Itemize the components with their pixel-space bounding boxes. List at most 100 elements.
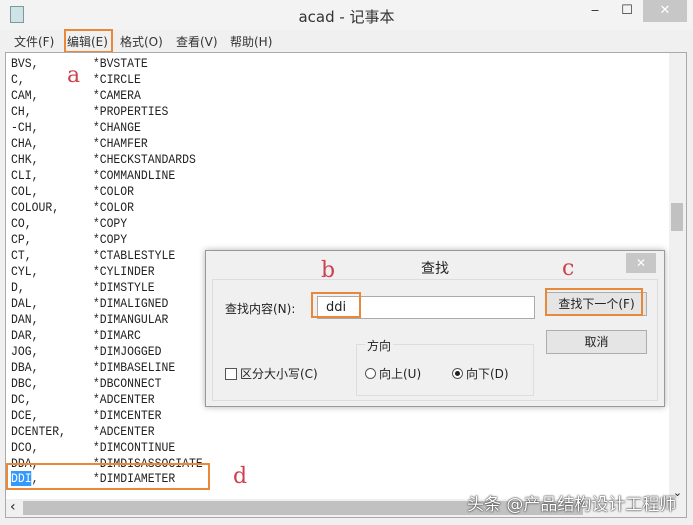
command: *DIMBASELINE — [92, 360, 176, 375]
alias: DAN, — [11, 312, 39, 327]
annotation-c: c — [562, 256, 575, 281]
annotation-d: d — [233, 464, 248, 489]
cancel-button[interactable]: 取消 — [546, 330, 647, 354]
text-line: CH, *PROPERTIES — [11, 104, 168, 120]
command: *DIMJOGGED — [92, 344, 162, 359]
command: *DIMCONTINUE — [92, 440, 176, 455]
text-line: COL, *COLOR — [11, 184, 134, 200]
alias: CHK, — [11, 152, 39, 167]
command: *COLOR — [92, 200, 135, 215]
alias: JOG, — [11, 344, 39, 359]
alias: DBA, — [11, 360, 39, 375]
text-line: -CH, *CHANGE — [11, 120, 141, 136]
alias: C, — [11, 72, 25, 87]
alias: CAM, — [11, 88, 39, 103]
command: *DIMANGULAR — [92, 312, 169, 327]
close-button[interactable]: ✕ — [643, 0, 687, 22]
find-dialog: 查找 ✕ 查找内容(N): ddi 查找下一个(F) 取消 方向 向上(U) 向… — [205, 250, 665, 407]
text-line: DC, *ADCENTER — [11, 392, 155, 408]
text-line: CAM, *CAMERA — [11, 88, 141, 104]
alias: CP, — [11, 232, 32, 247]
text-line: CHA, *CHAMFER — [11, 136, 148, 152]
command: *CHAMFER — [92, 136, 148, 151]
alias: DCO, — [11, 440, 39, 455]
scroll-left-icon[interactable]: ‹ — [10, 499, 16, 515]
title-bar: acad - 记事本 ‒ ☐ ✕ — [0, 0, 693, 30]
highlight-box-edit — [64, 29, 113, 53]
find-label: 查找内容(N): — [225, 302, 296, 316]
alias: DC, — [11, 392, 32, 407]
radio-up[interactable]: 向上(U) — [365, 365, 421, 382]
text-line: DAR, *DIMARC — [11, 328, 141, 344]
direction-label: 方向 — [365, 337, 394, 354]
command: *DBCONNECT — [92, 376, 162, 391]
maximize-button[interactable]: ☐ — [612, 0, 642, 22]
command: *COMMANDLINE — [92, 168, 176, 183]
command: *CIRCLE — [92, 72, 141, 87]
command: *CTABLESTYLE — [92, 248, 176, 263]
vertical-scrollbar[interactable]: ⌄ — [669, 53, 686, 499]
watermark: 头条 @产品结构设计工程师 — [467, 495, 677, 515]
annotation-a: a — [67, 63, 81, 88]
alias: COL, — [11, 184, 39, 199]
menu-format[interactable]: 格式(O) — [120, 33, 163, 50]
text-line: CLI, *COMMANDLINE — [11, 168, 175, 184]
alias: CYL, — [11, 264, 39, 279]
alias: CLI, — [11, 168, 39, 183]
command: *DIMALIGNED — [92, 296, 169, 311]
text-line: C, *CIRCLE — [11, 72, 141, 88]
command: *DIMARC — [92, 328, 141, 343]
text-line: CO, *COPY — [11, 216, 127, 232]
text-line: CHK, *CHECKSTANDARDS — [11, 152, 196, 168]
command: *COLOR — [92, 184, 135, 199]
command: *ADCENTER — [92, 392, 155, 407]
text-line: CP, *COPY — [11, 232, 127, 248]
command: *CAMERA — [92, 88, 141, 103]
text-line: DCENTER, *ADCENTER — [11, 424, 155, 440]
command: *BVSTATE — [92, 56, 148, 71]
highlight-box-find-next — [545, 288, 643, 316]
menu-help[interactable]: 帮助(H) — [230, 33, 272, 50]
scroll-thumb[interactable] — [671, 203, 683, 231]
alias: CH, — [11, 104, 32, 119]
text-line: D, *DIMSTYLE — [11, 280, 155, 296]
alias: -CH, — [11, 120, 39, 135]
text-line: BVS, *BVSTATE — [11, 56, 148, 72]
command: *CYLINDER — [92, 264, 155, 279]
dialog-title: 查找 — [421, 261, 449, 277]
highlight-box-result — [6, 463, 210, 490]
command: *COPY — [92, 232, 128, 247]
menu-file[interactable]: 文件(F) — [14, 33, 54, 50]
text-line: DAN, *DIMANGULAR — [11, 312, 168, 328]
alias: BVS, — [11, 56, 39, 71]
text-line: DBA, *DIMBASELINE — [11, 360, 175, 376]
alias: DCENTER, — [11, 424, 66, 439]
alias: CO, — [11, 216, 32, 231]
command: *COPY — [92, 216, 128, 231]
alias: DBC, — [11, 376, 39, 391]
alias: CT, — [11, 248, 32, 263]
alias: DAL, — [11, 296, 39, 311]
dialog-close-button[interactable]: ✕ — [626, 253, 656, 273]
alias: CHA, — [11, 136, 39, 151]
menu-view[interactable]: 查看(V) — [176, 33, 218, 50]
command: *PROPERTIES — [92, 104, 169, 119]
minimize-button[interactable]: ‒ — [580, 0, 610, 22]
text-line: DCE, *DIMCENTER — [11, 408, 161, 424]
alias: COLOUR, — [11, 200, 60, 215]
alias: D, — [11, 280, 25, 295]
text-line: DAL, *DIMALIGNED — [11, 296, 168, 312]
radio-down[interactable]: 向下(D) — [452, 365, 509, 382]
alias: DCE, — [11, 408, 39, 423]
alias: DAR, — [11, 328, 39, 343]
text-line: CT, *CTABLESTYLE — [11, 248, 175, 264]
text-line: COLOUR, *COLOR — [11, 200, 134, 216]
match-case-checkbox[interactable]: 区分大小写(C) — [225, 365, 318, 382]
text-line: DBC, *DBCONNECT — [11, 376, 161, 392]
annotation-b: b — [321, 258, 336, 283]
command: *CHANGE — [92, 120, 141, 135]
command: *DIMCENTER — [92, 408, 162, 423]
highlight-box-input — [311, 292, 361, 318]
direction-group: 方向 向上(U) 向下(D) — [356, 337, 534, 396]
text-line: DCO, *DIMCONTINUE — [11, 440, 175, 456]
